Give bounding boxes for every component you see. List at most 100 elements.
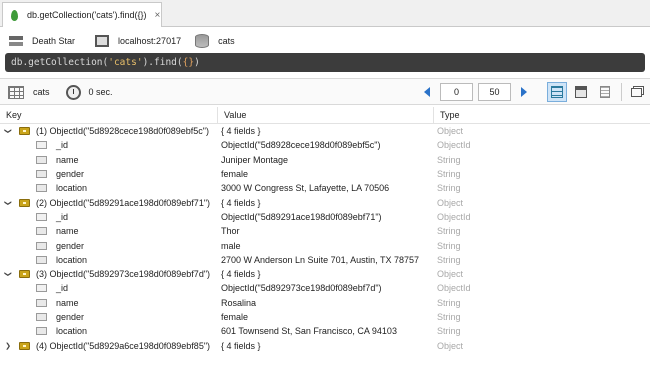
- field-key: location: [56, 254, 88, 265]
- tab-title: db.getCollection('cats').find({}): [27, 10, 147, 20]
- document-key-cell: ❯ (3) ObjectId("5d892973ce198d0f089ebf7d"…: [0, 267, 218, 281]
- field-key: gender: [56, 240, 85, 251]
- string-field-icon: [36, 227, 47, 236]
- document-key-cell: ❯ (2) ObjectId("5d89291ace198d0f089ebf71"…: [0, 195, 218, 209]
- field-key: _id: [56, 211, 69, 222]
- string-field-icon: [36, 170, 47, 179]
- database-icon: [195, 34, 210, 48]
- field-row[interactable]: name Juniper Montage String: [0, 153, 650, 167]
- field-key: gender: [56, 169, 85, 180]
- field-key: location: [56, 326, 88, 337]
- field-type: String: [437, 312, 461, 322]
- skip-input[interactable]: 0: [440, 83, 473, 101]
- next-page-icon[interactable]: [521, 87, 527, 97]
- field-row[interactable]: _id ObjectId("5d892973ce198d0f089ebf7d") O…: [0, 281, 650, 295]
- query-filter: {}: [182, 57, 195, 68]
- document-row[interactable]: ❯ (2) ObjectId("5d89291ace198d0f089ebf71"…: [0, 195, 650, 209]
- document-key: (3) ObjectId("5d892973ce198d0f089ebf7d"): [36, 269, 211, 280]
- field-value: male: [221, 240, 241, 251]
- field-key: _id: [56, 140, 69, 151]
- chevron-down-icon[interactable]: ❯: [4, 198, 12, 208]
- chevron-right-icon[interactable]: ❯: [3, 342, 13, 350]
- field-key-cell: gender: [0, 167, 218, 181]
- chevron-down-icon[interactable]: ❯: [4, 126, 12, 136]
- column-header-type[interactable]: Type: [434, 107, 650, 123]
- document-key-cell: ❯ (1) ObjectId("5d8928cece198d0f089ebf5c"…: [0, 124, 218, 138]
- new-window-icon: [630, 87, 642, 97]
- field-type: String: [437, 154, 461, 165]
- field-key: name: [56, 297, 79, 308]
- query-tab[interactable]: db.getCollection('cats').find({}) ×: [2, 2, 162, 27]
- field-key: name: [56, 154, 79, 165]
- new-window-button[interactable]: [626, 82, 646, 102]
- limit-input[interactable]: 50: [478, 83, 511, 101]
- field-value: female: [221, 312, 249, 322]
- server-icon: [9, 35, 23, 47]
- field-value: ObjectId("5d8928cece198d0f089ebf5c"): [221, 140, 381, 151]
- field-type: String: [437, 183, 461, 194]
- field-key-cell: gender: [0, 310, 218, 324]
- query-editor[interactable]: db.getCollection('cats').find({}): [5, 53, 645, 72]
- field-row[interactable]: location 2700 W Anderson Ln Suite 701, Au…: [0, 253, 650, 267]
- id-field-icon: [36, 141, 47, 150]
- field-type: String: [437, 326, 461, 337]
- tree-view-button[interactable]: [547, 82, 567, 102]
- object-icon: [19, 341, 30, 350]
- table-view-button[interactable]: [571, 82, 591, 102]
- field-row[interactable]: gender female String: [0, 167, 650, 181]
- field-row[interactable]: _id ObjectId("5d8928cece198d0f089ebf5c") O…: [0, 138, 650, 152]
- toolbar-divider: [621, 83, 622, 101]
- field-key: name: [56, 226, 79, 237]
- field-row[interactable]: location 601 Townsend St, San Francisco, …: [0, 324, 650, 338]
- field-row[interactable]: _id ObjectId("5d89291ace198d0f089ebf71") O…: [0, 210, 650, 224]
- document-key: (4) ObjectId("5d8929a6ce198d0f089ebf85"): [36, 340, 211, 351]
- document-type: Object: [437, 340, 464, 351]
- column-header-value[interactable]: Value: [218, 107, 434, 123]
- string-field-icon: [36, 155, 47, 164]
- close-icon[interactable]: ×: [155, 10, 161, 21]
- field-key-cell: location: [0, 253, 218, 267]
- mongodb-leaf-icon: [11, 9, 18, 21]
- field-row[interactable]: gender male String: [0, 238, 650, 252]
- tree-view-icon: [551, 86, 563, 98]
- object-icon: [19, 270, 30, 279]
- document-row[interactable]: ❯ (1) ObjectId("5d8928cece198d0f089ebf5c"…: [0, 124, 650, 138]
- field-type: ObjectId: [437, 211, 471, 222]
- field-key: location: [56, 183, 88, 194]
- field-key-cell: _id: [0, 210, 218, 224]
- prev-page-icon[interactable]: [424, 87, 430, 97]
- monitor-icon: [95, 35, 110, 47]
- field-value: Rosalina: [221, 297, 257, 308]
- field-value: ObjectId("5d892973ce198d0f089ebf7d"): [221, 283, 382, 294]
- field-key-cell: name: [0, 296, 218, 310]
- document-value: { 4 fields }: [221, 269, 261, 280]
- field-row[interactable]: name Thor String: [0, 224, 650, 238]
- field-value: 3000 W Congress St, Lafayette, LA 70506: [221, 183, 390, 194]
- pagination: 0 50: [424, 83, 527, 101]
- query-prefix: db.getCollection(: [11, 57, 109, 68]
- document-row[interactable]: ❯ (4) ObjectId("5d8929a6ce198d0f089ebf85"…: [0, 338, 650, 352]
- object-icon: [19, 198, 30, 207]
- document-key-cell: ❯ (4) ObjectId("5d8929a6ce198d0f089ebf85"…: [0, 338, 218, 352]
- column-header-key[interactable]: Key: [0, 107, 218, 123]
- field-type: String: [437, 169, 461, 180]
- text-view-button[interactable]: [595, 82, 615, 102]
- field-row[interactable]: location 3000 W Congress St, Lafayette, L…: [0, 181, 650, 195]
- document-type: Object: [437, 197, 464, 208]
- clock-icon: [65, 84, 81, 100]
- query-suffix: ): [194, 57, 200, 68]
- document-row[interactable]: ❯ (3) ObjectId("5d892973ce198d0f089ebf7d"…: [0, 267, 650, 281]
- field-row[interactable]: name Rosalina String: [0, 296, 650, 310]
- results-toolbar: cats 0 sec. 0 50: [0, 78, 650, 105]
- id-field-icon: [36, 212, 47, 221]
- query-collection-arg: 'cats': [108, 57, 143, 68]
- document-value: { 4 fields }: [221, 126, 261, 137]
- field-key: gender: [56, 312, 85, 322]
- field-row[interactable]: gender female String: [0, 310, 650, 324]
- server-name: Death Star: [32, 36, 76, 46]
- collection-table-icon: [8, 85, 24, 99]
- field-value: Juniper Montage: [221, 154, 289, 165]
- chevron-down-icon[interactable]: ❯: [4, 269, 12, 279]
- field-key: _id: [56, 283, 69, 294]
- document-value: { 4 fields }: [221, 197, 261, 208]
